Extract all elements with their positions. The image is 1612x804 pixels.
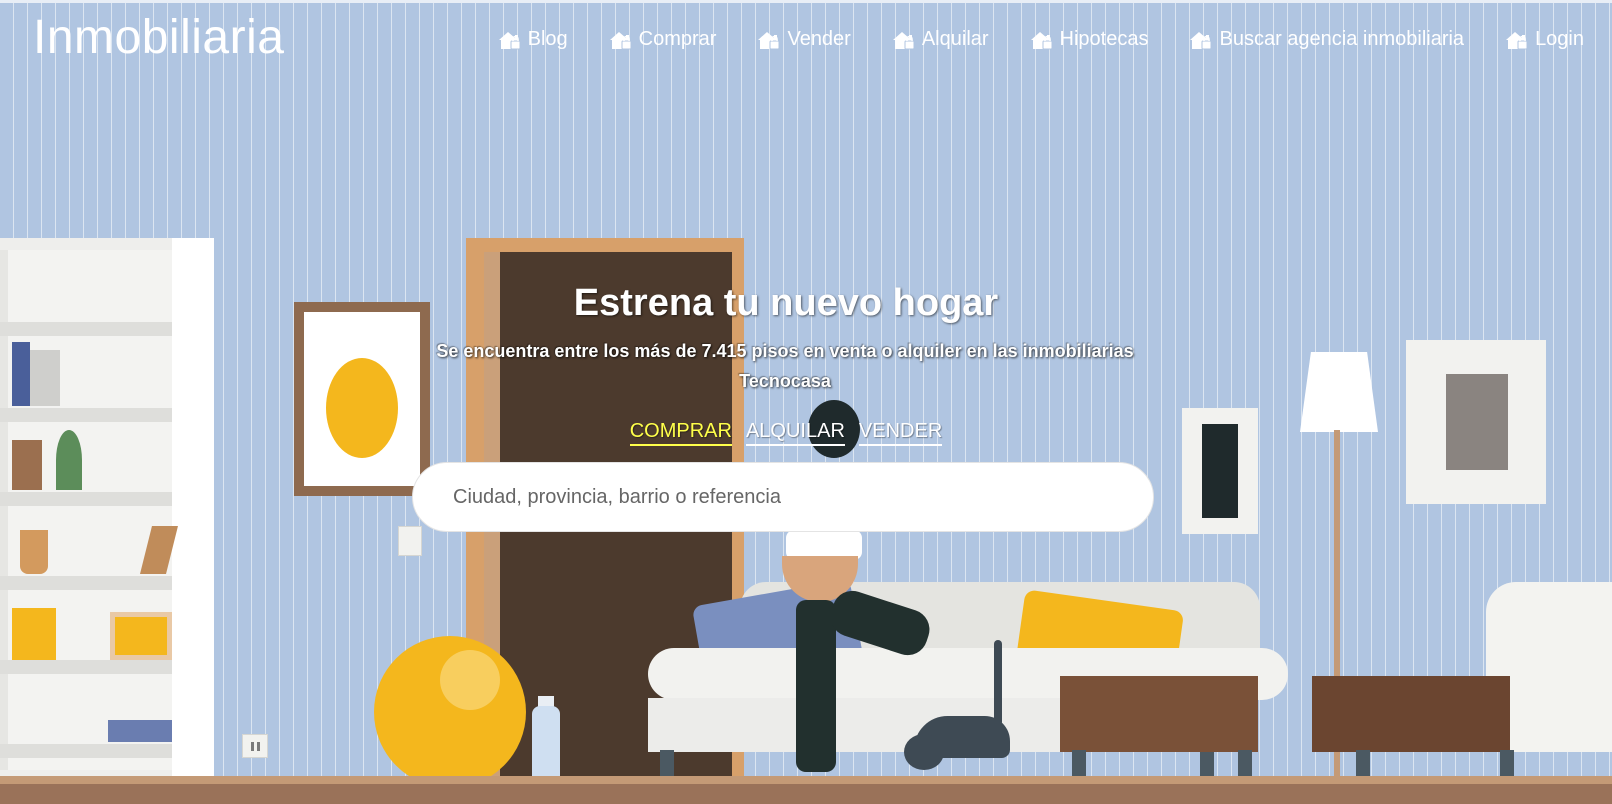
framed-picture bbox=[294, 302, 430, 496]
nav-label: Vender bbox=[787, 28, 851, 50]
floor bbox=[0, 784, 1612, 804]
book bbox=[12, 342, 30, 406]
person-leg bbox=[796, 600, 836, 772]
nav-item-alquilar[interactable]: Alquilar bbox=[891, 28, 989, 51]
tab-alquilar[interactable]: ALQUILAR bbox=[745, 420, 845, 446]
nav-label: Comprar bbox=[638, 28, 717, 50]
home-lock-icon bbox=[1506, 31, 1528, 49]
side-table bbox=[1312, 676, 1510, 752]
nav-label: Buscar agencia inmobiliaria bbox=[1219, 28, 1465, 50]
nav-item-vender[interactable]: Vender bbox=[756, 28, 851, 51]
nav-label: Hipotecas bbox=[1059, 28, 1149, 50]
nav-item-blog[interactable]: Blog bbox=[497, 28, 568, 51]
hero-background-illustration bbox=[0, 0, 1612, 804]
plant-pot bbox=[20, 530, 48, 574]
nav-item-buscar-agencia[interactable]: Buscar agencia inmobiliaria bbox=[1188, 28, 1464, 51]
home-lock-icon bbox=[498, 31, 521, 49]
book-stack bbox=[108, 720, 172, 742]
nav-label: Login bbox=[1535, 28, 1584, 50]
nav-item-login[interactable]: Login bbox=[1504, 28, 1584, 51]
sofa-leg bbox=[1200, 750, 1214, 778]
home-lock-icon bbox=[892, 31, 915, 49]
small-frame bbox=[110, 612, 172, 660]
shelf-board bbox=[0, 744, 172, 758]
cat-head bbox=[904, 734, 944, 770]
nav-item-hipotecas[interactable]: Hipotecas bbox=[1029, 28, 1149, 51]
search-mode-tabs: COMPRAR ALQUILAR VENDER bbox=[0, 420, 1572, 446]
cat-tail bbox=[994, 640, 1002, 726]
search-bar bbox=[412, 462, 1154, 532]
shelf-board bbox=[0, 660, 172, 674]
home-lock-icon bbox=[609, 31, 632, 49]
home-lock-icon bbox=[1190, 31, 1212, 49]
shelf-board bbox=[0, 576, 172, 590]
hero-title: Estrena tu nuevo hogar bbox=[573, 282, 999, 324]
home-lock-icon bbox=[758, 31, 780, 49]
wall-top-edge bbox=[0, 0, 1612, 3]
book bbox=[12, 440, 42, 490]
tab-vender[interactable]: VENDER bbox=[858, 420, 943, 446]
book bbox=[12, 608, 56, 660]
book bbox=[30, 350, 60, 406]
nav-label: Alquilar bbox=[921, 28, 989, 50]
nav-item-comprar[interactable]: Comprar bbox=[608, 28, 717, 51]
water-bottle bbox=[532, 706, 560, 784]
nav-label: Blog bbox=[527, 28, 568, 50]
sofa-leg bbox=[660, 750, 674, 778]
site-logo[interactable]: Inmobiliaria bbox=[33, 10, 284, 65]
shelf-board bbox=[0, 492, 172, 506]
home-lock-icon bbox=[1030, 31, 1053, 49]
light-switch bbox=[398, 526, 422, 556]
side-table bbox=[1060, 676, 1258, 752]
hero-subtitle: Se encuentra entre los más de 7.415 piso… bbox=[436, 341, 1134, 391]
search-input[interactable] bbox=[453, 485, 1103, 509]
tab-comprar[interactable]: COMPRAR bbox=[629, 420, 732, 446]
main-nav: Blog Comprar Vender Alquilar Hipotecas B… bbox=[497, 28, 1584, 51]
exercise-ball-highlight bbox=[440, 650, 500, 710]
wall-outlet bbox=[242, 734, 268, 758]
